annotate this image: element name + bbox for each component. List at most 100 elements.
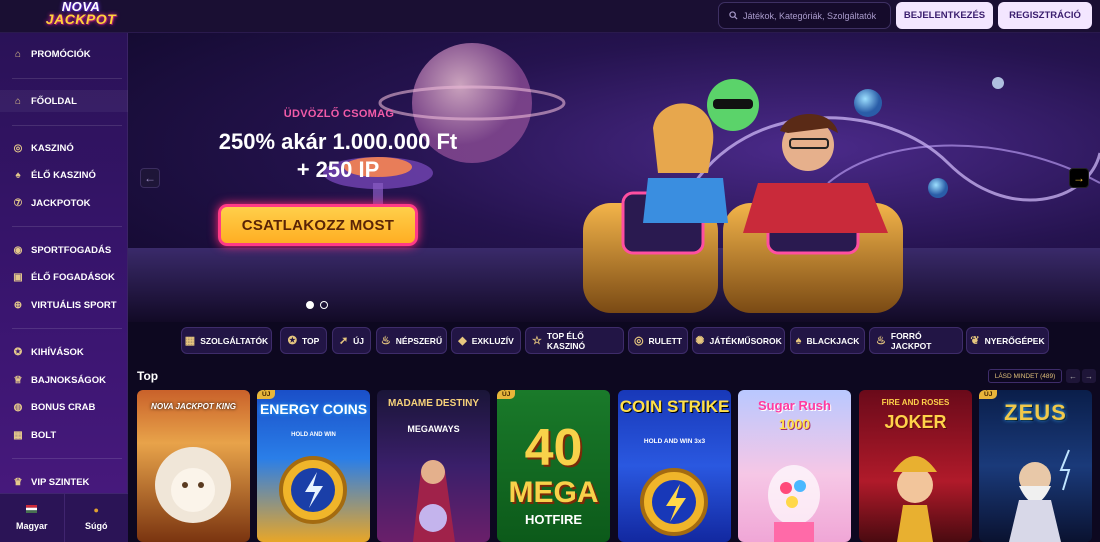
gift-icon: ⌂	[14, 48, 22, 60]
category-top-live-casino[interactable]: ☆ TOP ÉLŐ KASZINÓ	[525, 327, 624, 354]
game-title: 40	[524, 419, 583, 477]
sidebar-item-promotions[interactable]: ⌂ PROMÓCIÓK	[0, 43, 128, 65]
divider	[12, 458, 122, 459]
game-title: Sugar Rush	[758, 398, 831, 413]
slide-dot-1[interactable]	[306, 301, 314, 309]
grid-icon: ▦	[184, 335, 196, 347]
register-button[interactable]: REGISZTRÁCIÓ	[998, 2, 1092, 29]
category-label: SZOLGÁLTATÓK	[200, 335, 269, 346]
category-label: EXKLUZÍV	[471, 335, 514, 346]
sidebar-item-label: KASZINÓ	[31, 142, 74, 154]
game-tile-fire-and-roses-joker[interactable]: FIRE AND ROSES JOKER	[859, 390, 972, 542]
trophy-icon: ♕	[13, 374, 23, 386]
medal-icon: ✪	[287, 335, 297, 347]
sidebar-item-vip-levels[interactable]: ♛ VIP SZINTEK	[0, 471, 128, 493]
search-icon	[729, 11, 738, 20]
sidebar-item-tournaments[interactable]: ♕ BAJNOKSÁGOK	[0, 369, 128, 391]
chip-icon: ◎	[13, 142, 23, 154]
slide-indicator	[306, 301, 328, 309]
category-label: RULETT	[648, 335, 683, 346]
hero-next-button[interactable]: →	[1069, 168, 1089, 188]
sidebar-item-bonus-crab[interactable]: ◍ BONUS CRAB	[0, 396, 128, 418]
sidebar-item-shop[interactable]: ▦ BOLT	[0, 424, 128, 446]
game-tile-coin-strike[interactable]: COIN STRIKE HOLD AND WIN 3x3	[618, 390, 731, 542]
game-title: MADAME DESTINY	[387, 398, 480, 409]
arrow-right-icon: →	[1073, 171, 1085, 185]
category-exclusive[interactable]: ◆ EXKLUZÍV	[451, 327, 521, 354]
category-hot-jackpot[interactable]: ♨ FORRÓ JACKPOT	[869, 327, 963, 354]
top-bar: NOVA JACKPOT Játékok, Kategóriák, Szolgá…	[0, 0, 1100, 33]
wheel-icon: ✺	[695, 335, 705, 347]
game-subtitle: HOLD AND WIN 3x3	[643, 438, 706, 445]
carousel-next-button[interactable]: →	[1082, 369, 1096, 383]
sidebar-item-label: BOLT	[31, 429, 57, 441]
divider	[12, 226, 122, 227]
sidebar-item-challenges[interactable]: ✪ KIHÍVÁSOK	[0, 341, 128, 363]
sidebar-item-home[interactable]: ⌂ FŐOLDAL	[0, 90, 128, 112]
category-roulette[interactable]: ◎ RULETT	[628, 327, 688, 354]
game-tile-sugar-rush[interactable]: Sugar Rush 1000	[738, 390, 851, 542]
language-button[interactable]: Magyar	[0, 494, 65, 542]
category-slots[interactable]: ❦ NYERŐGÉPEK	[966, 327, 1049, 354]
category-label: TOP	[301, 335, 320, 346]
category-label: BLACKJACK	[806, 335, 860, 346]
category-providers[interactable]: ▦ SZOLGÁLTATÓK	[181, 327, 272, 354]
diamond-icon: ◆	[458, 335, 467, 347]
sidebar-item-label: BONUS CRAB	[31, 401, 96, 413]
category-label: FORRÓ JACKPOT	[890, 330, 932, 351]
category-game-shows[interactable]: ✺ JÁTÉKMŰSOROK	[692, 327, 785, 354]
game-title: FIRE AND ROSES	[881, 398, 950, 407]
carousel-prev-button[interactable]: ←	[1066, 369, 1080, 383]
sidebar-item-virtual-sport[interactable]: ⊕ VIRTUÁLIS SPORT	[0, 294, 128, 316]
home-icon: ⌂	[14, 95, 22, 107]
sidebar-item-casino[interactable]: ◎ KASZINÓ	[0, 137, 128, 159]
flame-icon: ♨	[380, 335, 391, 347]
sidebar-item-sportsbetting[interactable]: ◉ SPORTFOGADÁS	[0, 239, 128, 261]
game-subtitle: HOLD AND WIN	[291, 432, 336, 438]
category-label: ÚJ	[353, 335, 365, 346]
game-title: NOVA JACKPOT KING	[151, 402, 236, 411]
sidebar-footer: Magyar ● Súgó	[0, 493, 128, 542]
join-now-button[interactable]: CSATLAKOZZ MOST	[218, 204, 418, 246]
hero-subtitle: ÜDVÖZLŐ CSOMAG	[283, 108, 395, 120]
category-blackjack[interactable]: ♠ BLACKJACK	[790, 327, 865, 354]
section-title-top: Top	[137, 369, 159, 383]
sidebar-item-label: SPORTFOGADÁS	[31, 244, 112, 256]
sidebar-item-label: JACKPOTOK	[31, 197, 91, 209]
game-tile-madame-destiny[interactable]: MADAME DESTINY MEGAWAYS	[377, 390, 490, 542]
login-button[interactable]: BEJELENTKEZÉS	[896, 2, 993, 29]
logo[interactable]: NOVA JACKPOT	[40, 0, 122, 29]
divider	[12, 125, 122, 126]
new-badge: ÚJ	[979, 390, 998, 399]
new-badge: ÚJ	[257, 390, 276, 399]
sidebar-item-jackpots[interactable]: ⑦ JACKPOTOK	[0, 192, 128, 214]
spade-icon: ♠	[795, 334, 802, 347]
game-title: ZEUS	[1004, 400, 1067, 425]
hero-banner[interactable]: ÜDVÖZLŐ CSOMAG 250% akár 1.000.000 Ft + …	[128, 33, 1100, 322]
game-subtitle: 1000	[778, 416, 811, 432]
spade-icon: ♠	[15, 169, 21, 181]
sidebar-item-live-casino[interactable]: ♠ ÉLŐ KASZINÓ	[0, 164, 128, 186]
divider	[12, 78, 122, 79]
shop-icon: ▦	[13, 429, 23, 441]
category-label: NÉPSZERŰ	[395, 335, 443, 346]
sidebar-item-label: KIHÍVÁSOK	[31, 346, 84, 358]
slide-dot-2[interactable]	[320, 301, 328, 309]
game-tile-energy-coins[interactable]: ÚJ ENERGY COINS HOLD AND WIN	[257, 390, 370, 542]
category-popular[interactable]: ♨ NÉPSZERŰ	[376, 327, 447, 354]
category-new[interactable]: ➚ ÚJ	[332, 327, 371, 354]
search-input[interactable]: Játékok, Kategóriák, Szolgáltatók	[718, 2, 891, 29]
roulette-icon: ◎	[633, 335, 644, 347]
game-tile-zeus[interactable]: ÚJ ZEUS	[979, 390, 1092, 542]
help-button[interactable]: ● Súgó	[65, 494, 129, 542]
category-top[interactable]: ✪ TOP	[280, 327, 327, 354]
language-label: Magyar	[15, 521, 48, 531]
game-tile-40-mega-hotfire[interactable]: ÚJ 40 MEGA HOTFIRE	[497, 390, 610, 542]
sidebar-item-label: VIP SZINTEK	[31, 476, 90, 488]
hero-prev-button[interactable]: ←	[140, 168, 160, 188]
sidebar-item-live-betting[interactable]: ▣ ÉLŐ FOGADÁSOK	[0, 266, 128, 288]
game-tile-nova-jackpot-king[interactable]: NOVA JACKPOT KING	[137, 390, 250, 542]
hot-icon: ♨	[876, 335, 886, 347]
sidebar-item-label: PROMÓCIÓK	[31, 48, 91, 60]
see-all-button[interactable]: LÁSD MINDET (489)	[988, 369, 1062, 383]
